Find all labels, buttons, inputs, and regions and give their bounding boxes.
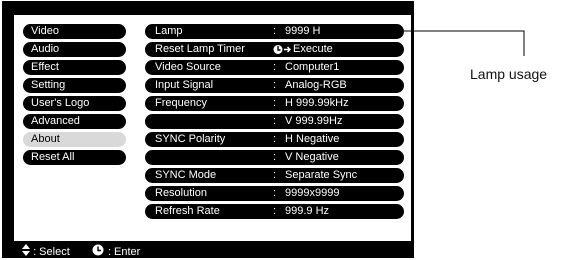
callout-line — [404, 30, 525, 56]
callout-label: Lamp usage — [470, 66, 548, 82]
